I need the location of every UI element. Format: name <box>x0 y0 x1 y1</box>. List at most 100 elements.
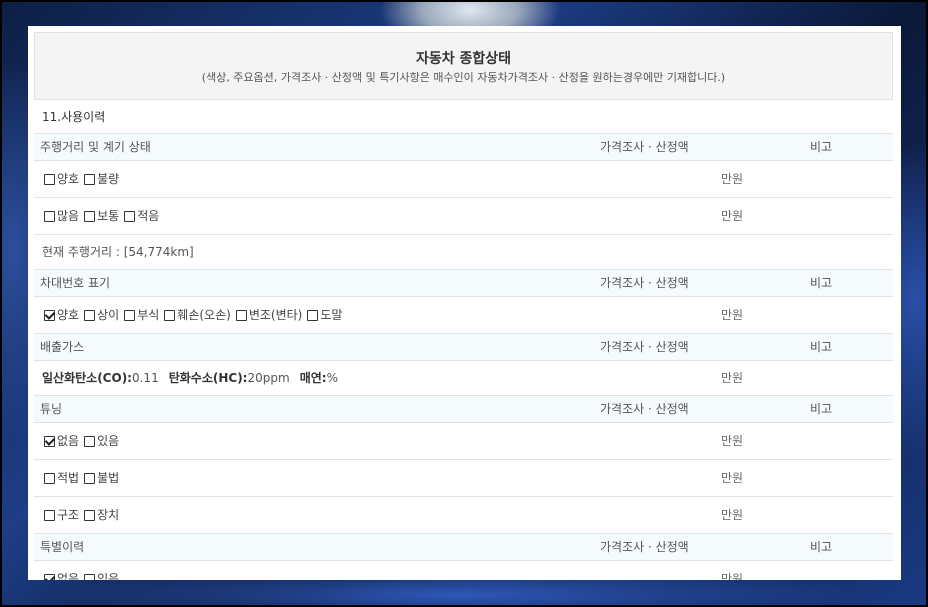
checkbox[interactable] <box>84 173 96 185</box>
option-device[interactable]: 장치 <box>84 497 119 534</box>
report-title: 자동차 종합상태 <box>415 51 512 67</box>
option-illegal[interactable]: 불법 <box>84 460 119 497</box>
option-good[interactable]: 양호 <box>44 297 79 334</box>
option-none[interactable]: 없음 <box>44 561 80 581</box>
option-altered[interactable]: 변조(변타) <box>235 297 303 334</box>
price-unit: 만원 <box>721 572 744 580</box>
option-exists[interactable]: 있음 <box>84 423 119 460</box>
checkbox[interactable] <box>84 472 96 484</box>
price-unit: 만원 <box>721 508 744 522</box>
checkbox-checked[interactable] <box>44 435 55 447</box>
option-label: 부식 <box>137 307 160 322</box>
plate-header-row: 차대번호 표기 가격조사 · 산정액 비고 <box>34 270 893 297</box>
price-column-header: 가격조사 · 산정액 <box>600 340 689 354</box>
price-unit: 만원 <box>721 434 744 448</box>
note-column-header: 비고 <box>810 402 833 416</box>
mileage-condition-row: 양호 불량 만원 <box>34 161 893 198</box>
checkbox[interactable] <box>44 173 55 185</box>
option-label: 적법 <box>57 470 80 485</box>
option-label: 보통 <box>97 208 120 223</box>
checkbox-checked[interactable] <box>44 309 55 321</box>
plate-label: 차대번호 표기 <box>40 276 111 290</box>
option-label: 상이 <box>97 307 120 322</box>
emission-label: 배출가스 <box>40 340 85 354</box>
option-label: 양호 <box>57 171 80 186</box>
mileage-header-row: 주행거리 및 계기 상태 가격조사 · 산정액 비고 <box>34 134 893 161</box>
option-label: 적음 <box>137 208 160 223</box>
checkbox[interactable] <box>44 210 55 222</box>
report-header: 자동차 종합상태 (색상, 주요옵션, 가격조사 · 산정액 및 특기사항은 매… <box>34 32 893 100</box>
option-few[interactable]: 적음 <box>124 198 159 235</box>
special-header-row: 특별이력 가격조사 · 산정액 비고 <box>34 534 893 561</box>
checkbox[interactable] <box>124 210 136 222</box>
tuning-legal-row: 적법 불법 만원 <box>34 460 893 497</box>
emission-header-row: 배출가스 가격조사 · 산정액 비고 <box>34 334 893 361</box>
co-value: 0.11 <box>131 371 159 385</box>
price-column-header: 가격조사 · 산정액 <box>600 540 689 554</box>
current-mileage: 현재 주행거리 : [54,774km] <box>42 245 194 259</box>
checkbox[interactable] <box>84 435 96 447</box>
option-structure[interactable]: 구조 <box>44 497 79 534</box>
price-column-header: 가격조사 · 산정액 <box>600 140 689 154</box>
checkbox[interactable] <box>164 309 176 321</box>
option-label: 있음 <box>97 571 120 581</box>
smoke-label: 매연: <box>299 371 327 385</box>
option-label: 도말 <box>320 307 343 322</box>
note-column-header: 비고 <box>810 540 833 554</box>
option-painted[interactable]: 도말 <box>307 297 342 334</box>
option-label: 없음 <box>57 571 80 581</box>
report-subtitle: (색상, 주요옵션, 가격조사 · 산정액 및 특기사항은 매수인이 자동차가격… <box>201 71 726 84</box>
smoke-value: % <box>326 371 338 385</box>
report-content: 자동차 종합상태 (색상, 주요옵션, 가격조사 · 산정액 및 특기사항은 매… <box>34 32 893 580</box>
checkbox[interactable] <box>84 509 96 521</box>
option-good[interactable]: 양호 <box>44 161 79 198</box>
note-column-header: 비고 <box>810 340 833 354</box>
option-label: 많음 <box>57 208 80 223</box>
tuning-type-row: 구조 장치 만원 <box>34 497 893 534</box>
checkbox[interactable] <box>84 210 96 222</box>
option-label: 장치 <box>97 507 120 522</box>
checkbox[interactable] <box>124 309 136 321</box>
mileage-amount-row: 많음 보통 적음 만원 <box>34 198 893 235</box>
option-label: 양호 <box>57 307 80 322</box>
option-corrosion[interactable]: 부식 <box>124 297 159 334</box>
option-label: 훼손(오손) <box>177 307 231 322</box>
price-unit: 만원 <box>721 371 744 385</box>
checkbox[interactable] <box>44 509 55 521</box>
checkbox[interactable] <box>84 309 96 321</box>
option-label: 불법 <box>97 470 120 485</box>
note-column-header: 비고 <box>810 140 833 154</box>
option-many[interactable]: 많음 <box>44 198 79 235</box>
option-label: 변조(변타) <box>248 307 303 322</box>
option-label: 있음 <box>97 433 120 448</box>
option-none[interactable]: 없음 <box>44 423 79 460</box>
price-unit: 만원 <box>721 471 744 485</box>
emission-values-row: 일산화탄소(CO):0.11 탄화수소(HC):20ppm 매연:% 만원 <box>34 361 893 396</box>
option-exists[interactable]: 있음 <box>84 561 120 581</box>
checkbox[interactable] <box>235 309 247 321</box>
tuning-label: 튜닝 <box>40 402 63 416</box>
option-legal[interactable]: 적법 <box>44 460 79 497</box>
section-title: 11.사용이력 <box>34 100 893 134</box>
option-damaged[interactable]: 훼손(오손) <box>164 297 231 334</box>
checkbox-checked[interactable] <box>44 573 55 580</box>
special-presence-row: 없음 있음 만원 <box>34 561 893 580</box>
hc-value: 20ppm <box>247 371 290 385</box>
report-panel: 자동차 종합상태 (색상, 주요옵션, 가격조사 · 산정액 및 특기사항은 매… <box>28 26 901 580</box>
current-mileage-row: 현재 주행거리 : [54,774km] <box>34 235 893 270</box>
price-unit: 만원 <box>721 308 744 322</box>
checkbox[interactable] <box>307 309 319 321</box>
co-label: 일산화탄소(CO): <box>42 371 132 385</box>
option-label: 불량 <box>97 171 120 186</box>
option-label: 구조 <box>57 507 80 522</box>
option-different[interactable]: 상이 <box>84 297 119 334</box>
option-normal[interactable]: 보통 <box>84 198 119 235</box>
price-unit: 만원 <box>721 172 744 186</box>
mileage-label: 주행거리 및 계기 상태 <box>40 140 151 154</box>
checkbox[interactable] <box>44 472 55 484</box>
checkbox[interactable] <box>84 573 96 580</box>
note-column-header: 비고 <box>810 276 833 290</box>
price-column-header: 가격조사 · 산정액 <box>600 402 689 416</box>
tuning-header-row: 튜닝 가격조사 · 산정액 비고 <box>34 396 893 423</box>
option-bad[interactable]: 불량 <box>84 161 119 198</box>
